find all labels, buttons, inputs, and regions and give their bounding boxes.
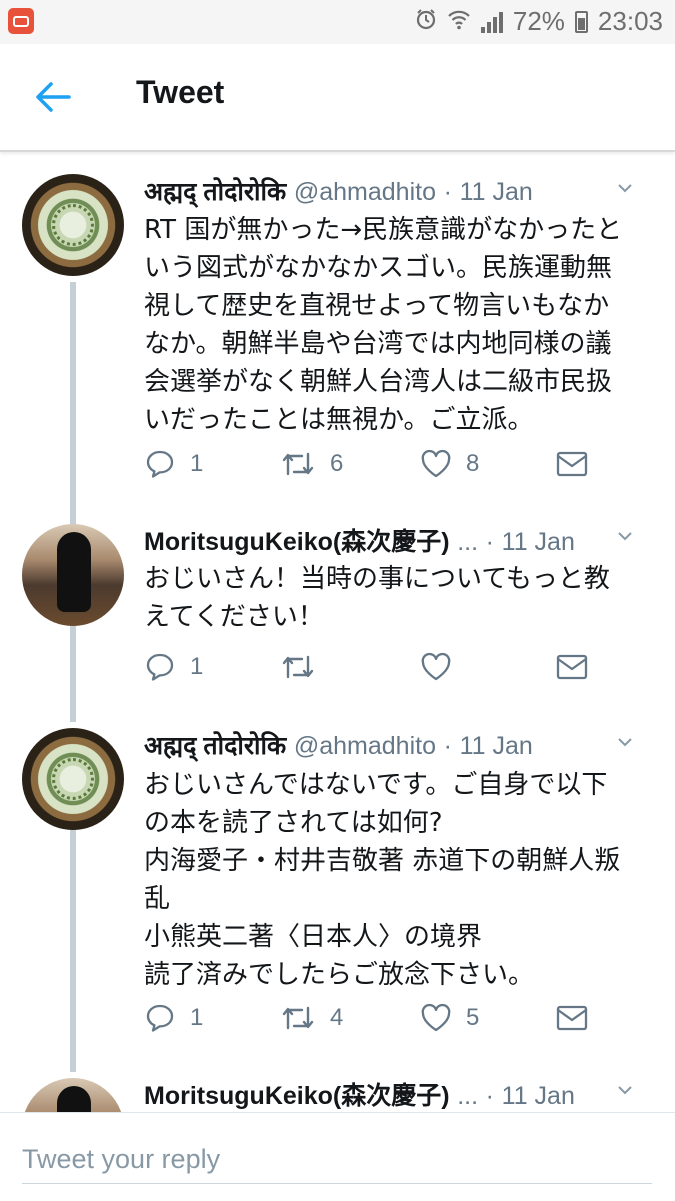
tweet-header: MoritsuguKeiko(森次慶子) ... · 11 Jan xyxy=(144,522,655,558)
envelope-icon xyxy=(556,654,588,680)
tweet-text: おじいさん！当時の事についてもっと教 えてください！ xyxy=(144,564,610,632)
battery-icon xyxy=(574,10,588,33)
heart-icon xyxy=(421,1003,451,1032)
reply-icon xyxy=(146,450,174,478)
tweet-thread: अह्मद् तोदोरोकि @ahmadhito · 11 Jan RT 国… xyxy=(0,152,675,1112)
reply-count: 1 xyxy=(190,450,204,477)
arrow-left-icon xyxy=(36,82,71,112)
timestamp[interactable]: 11 Jan xyxy=(502,1082,575,1110)
chevron-down-icon[interactable] xyxy=(617,180,633,196)
tweet-text: おじいさんではないです。ご自身で以下 の本を読了されては如何? 内海愛子・村井吉… xyxy=(144,770,621,990)
reply-count: 1 xyxy=(190,653,204,680)
tweet[interactable]: अह्मद् तोदोरोकि @ahmadhito · 11 Jan RT 国… xyxy=(0,152,675,504)
tweet-actions: 1 6 8 xyxy=(144,444,624,484)
tweet-text: RT 国が無かった→民族意識がなかったと いう図式がなかなかスゴい。民族運動無 … xyxy=(144,215,623,435)
tweet-header: अह्मद् तोदोरोकि @ahmadhito · 11 Jan xyxy=(144,728,655,764)
retweet-icon xyxy=(282,452,314,476)
back-button[interactable] xyxy=(33,80,73,114)
timestamp[interactable]: 11 Jan xyxy=(502,528,575,556)
separator-dot: · xyxy=(485,528,494,556)
like-button[interactable]: 5 xyxy=(420,998,479,1038)
username[interactable]: @ahmadhito xyxy=(294,732,436,760)
avatar[interactable] xyxy=(22,1078,124,1112)
display-name[interactable]: अह्मद् तोदोरोकि xyxy=(144,178,286,206)
retweet-icon xyxy=(282,1006,314,1030)
reply-button[interactable]: 1 xyxy=(144,998,203,1038)
app-notification-icon xyxy=(8,8,34,34)
like-button[interactable]: 8 xyxy=(420,444,479,484)
display-name[interactable]: MoritsuguKeiko(森次慶子) xyxy=(144,528,450,556)
timestamp[interactable]: 11 Jan xyxy=(460,732,533,760)
tweet[interactable]: MoritsuguKeiko(森次慶子) ... · 11 Jan おじいさん！… xyxy=(0,504,675,704)
reply-count: 1 xyxy=(190,1004,204,1031)
timestamp[interactable]: 11 Jan xyxy=(460,178,533,206)
like-button[interactable] xyxy=(420,647,466,687)
clock: 23:03 xyxy=(597,6,663,36)
reply-button[interactable]: 1 xyxy=(144,647,203,687)
battery-percent: 72% xyxy=(512,6,565,36)
wifi-icon xyxy=(447,8,471,36)
message-button[interactable] xyxy=(556,444,588,484)
reply-input[interactable] xyxy=(22,1135,652,1184)
retweet-button[interactable]: 6 xyxy=(280,444,343,484)
retweet-button[interactable]: 4 xyxy=(280,998,343,1038)
like-count: 5 xyxy=(466,1004,480,1031)
signal-icon xyxy=(480,11,503,33)
alarm-icon xyxy=(415,8,437,36)
chevron-down-icon[interactable] xyxy=(617,734,633,750)
separator-dot: · xyxy=(443,178,452,206)
tweet-header: MoritsuguKeiko(森次慶子) ... · 11 Jan xyxy=(144,1076,655,1112)
separator-dot: · xyxy=(443,732,452,760)
display-name[interactable]: अह्मद् तोदोरोकि xyxy=(144,732,286,760)
heart-icon xyxy=(421,652,451,681)
reply-icon xyxy=(146,1004,174,1032)
retweet-count: 4 xyxy=(330,1004,344,1031)
chevron-down-icon[interactable] xyxy=(617,1082,633,1098)
retweet-count: 6 xyxy=(330,450,344,477)
display-name[interactable]: MoritsuguKeiko(森次慶子) xyxy=(144,1082,450,1110)
chevron-down-icon[interactable] xyxy=(617,528,633,544)
tweet-header: अह्मद् तोदोरोकि @ahmadhito · 11 Jan xyxy=(144,174,655,210)
name-ellipsis: ... xyxy=(457,1082,479,1110)
tweet[interactable]: MoritsuguKeiko(森次慶子) ... · 11 Jan xyxy=(0,1054,675,1112)
reply-icon xyxy=(146,653,174,681)
message-button[interactable] xyxy=(556,998,588,1038)
heart-icon xyxy=(421,449,451,478)
envelope-icon xyxy=(556,1005,588,1031)
tweet-actions: 1 xyxy=(144,647,624,687)
avatar[interactable] xyxy=(22,174,124,276)
username[interactable]: @ahmadhito xyxy=(294,178,436,206)
page-title: Tweet xyxy=(136,74,225,110)
status-bar: 72% 23:03 xyxy=(0,0,675,44)
reply-button[interactable]: 1 xyxy=(144,444,203,484)
like-count: 8 xyxy=(466,450,480,477)
retweet-button[interactable] xyxy=(280,647,330,687)
reply-bar xyxy=(0,1112,675,1201)
tweet[interactable]: अह्मद् तोदोरोकि @ahmadhito · 11 Jan おじいさ… xyxy=(0,704,675,1054)
status-icons: 72% 23:03 xyxy=(415,6,663,37)
message-button[interactable] xyxy=(556,647,588,687)
envelope-icon xyxy=(556,451,588,477)
avatar[interactable] xyxy=(22,728,124,830)
name-ellipsis: ... xyxy=(457,528,479,556)
app-header: Tweet xyxy=(0,44,675,152)
separator-dot: · xyxy=(485,1082,494,1110)
retweet-icon xyxy=(282,655,314,679)
avatar[interactable] xyxy=(22,524,124,626)
tweet-actions: 1 4 5 xyxy=(144,998,624,1038)
